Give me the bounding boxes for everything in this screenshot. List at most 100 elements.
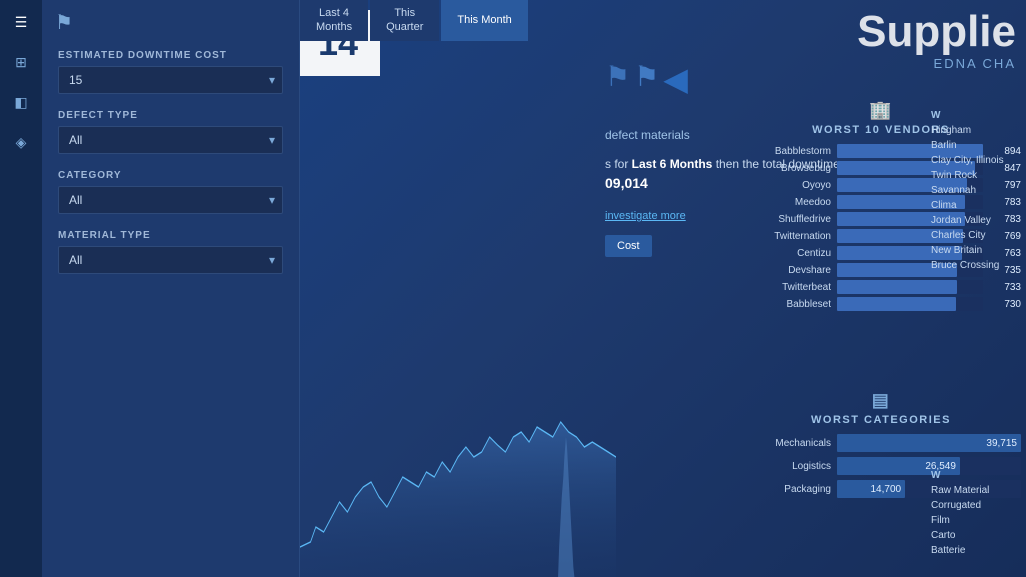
category-value: 39,715 (986, 438, 1017, 449)
filter-select-input-estimated-downtime[interactable]: 15 All 10 20 (69, 73, 272, 87)
nav-icon-menu[interactable]: ☰ (7, 8, 35, 36)
vendor-name: Twitternation (741, 231, 831, 242)
vendor-name: Oyoyo (741, 180, 831, 191)
filter-select-input-defect-type[interactable]: All Type A Type B (69, 133, 272, 147)
filter-sidebar: ⚑ ESTIMATED DOWNTIME COST 15 All 10 20 D… (42, 0, 300, 577)
vendors-icon: 🏢 (869, 100, 893, 121)
vendor-bar-bg (837, 280, 983, 294)
right-edge-category-item: Batterie (931, 545, 1026, 556)
filter-select-wrapper-category: All Mechanicals Logistics (58, 186, 283, 214)
period-prefix: s for (605, 157, 632, 171)
category-name: Logistics (741, 461, 831, 472)
filter-select-material-type[interactable]: All Raw Materials Film (58, 246, 283, 274)
filter-select-wrapper-estimated-downtime: 15 All 10 20 (58, 66, 283, 94)
worst-vendors-label: WORST 10 VENDORS (812, 124, 950, 136)
nav-icon-grid[interactable]: ⊞ (7, 48, 35, 76)
category-bar-bg: 39,715 (837, 434, 1021, 452)
right-edge-vendors: W Hingham Barlin Clay City, Illinois Twin R… (931, 110, 1026, 275)
flag-icons: ⚑ ⚑ ◀ (605, 60, 688, 98)
right-edge-category-list: Raw Material Corrugated Film Carto Batterie (931, 485, 1026, 556)
filter-select-input-material-type[interactable]: All Raw Materials Film (69, 253, 272, 267)
worst-categories-label: WORST CATEGORIES (811, 414, 951, 426)
filter-select-input-category[interactable]: All Mechanicals Logistics (69, 193, 272, 207)
tab-this-quarter[interactable]: ThisQuarter (370, 0, 439, 41)
vendor-value: 730 (989, 299, 1021, 310)
vendor-name: Browsebug (741, 163, 831, 174)
investigate-link[interactable]: investigate more (605, 210, 686, 222)
right-edge-vendor-item: Twin Rock (931, 170, 1026, 181)
right-edge-vendor-item: New Britain (931, 245, 1026, 256)
chart-area (300, 357, 616, 577)
right-edge-vendor-item: Savannah (931, 185, 1026, 196)
right-edge-category-item: Carto (931, 530, 1026, 541)
period-label: Last 6 Months (632, 157, 713, 171)
category-bar: 14,700 (837, 480, 905, 498)
category-bar: 39,715 (837, 434, 1021, 452)
right-edge-vendor-item: Charles City (931, 230, 1026, 241)
vendor-name: Babbleset (741, 299, 831, 310)
filter-header-icon: ⚑ (55, 10, 73, 35)
filter-group-estimated-downtime: ESTIMATED DOWNTIME COST 15 All 10 20 (58, 50, 283, 94)
filter-select-category[interactable]: All Mechanicals Logistics (58, 186, 283, 214)
vendor-name: Centizu (741, 248, 831, 259)
vendor-row: Babbleset 730 (741, 297, 1021, 311)
filter-select-wrapper-defect-type: All Type A Type B (58, 126, 283, 154)
category-row: Mechanicals 39,715 (741, 434, 1021, 452)
right-edge-categories: W Raw Material Corrugated Film Carto Batteri… (931, 470, 1026, 560)
supplier-header: Supplie EDNA CHA (857, 10, 1026, 71)
left-nav: ☰ ⊞ ◧ ◈ (0, 0, 42, 577)
right-edge-categories-title: W (931, 470, 1026, 481)
vendor-value: 733 (989, 282, 1021, 293)
filter-group-defect-type: DEFECT TYPE All Type A Type B (58, 110, 283, 154)
right-edge-vendor-item: Clay City, Illinois (931, 155, 1026, 166)
categories-icon: ▤ (872, 390, 891, 411)
right-edge-vendor-item: Clima (931, 200, 1026, 211)
cost-value: 09,014 (605, 175, 648, 191)
filter-group-material-type: MATERIAL TYPE All Raw Materials Film (58, 230, 283, 274)
right-edge-category-item: Raw Material (931, 485, 1026, 496)
vendor-bar-bg (837, 297, 983, 311)
right-edge-category-item: Corrugated (931, 500, 1026, 511)
right-edge-vendor-item: Barlin (931, 140, 1026, 151)
vendor-name: Devshare (741, 265, 831, 276)
flag-icon-1: ⚑ (605, 60, 630, 98)
nav-icon-panel[interactable]: ◧ (7, 88, 35, 116)
category-name: Packaging (741, 484, 831, 495)
filter-select-wrapper-material-type: All Raw Materials Film (58, 246, 283, 274)
vendor-name: Shuffledrive (741, 214, 831, 225)
flag-icon-2: ⚑ (634, 60, 659, 98)
filter-select-defect-type[interactable]: All Type A Type B (58, 126, 283, 154)
main-content: Last 4Months ThisQuarter This Month 14 ⚑… (300, 0, 1026, 577)
right-edge-vendors-title: W (931, 110, 1026, 121)
supplier-title: Supplie (857, 10, 1016, 54)
vendor-name: Twitterbeat (741, 282, 831, 293)
defect-text: defect materials (605, 128, 690, 142)
vendor-name: Babblestorm (741, 146, 831, 157)
filter-label-estimated-downtime: ESTIMATED DOWNTIME COST (58, 50, 283, 61)
vendor-row: Twitterbeat 733 (741, 280, 1021, 294)
filter-group-category: CATEGORY All Mechanicals Logistics (58, 170, 283, 214)
tab-last-4-months[interactable]: Last 4Months (300, 0, 368, 41)
filter-label-material-type: MATERIAL TYPE (58, 230, 283, 241)
supplier-subtitle: EDNA CHA (857, 56, 1016, 71)
filter-select-estimated-downtime[interactable]: 15 All 10 20 (58, 66, 283, 94)
vendor-bar (837, 280, 957, 294)
worst-categories-title: ▤ WORST CATEGORIES (741, 390, 1021, 426)
sparkline-chart (300, 357, 616, 577)
right-edge-vendor-item: Jordan Valley (931, 215, 1026, 226)
cost-button[interactable]: Cost (605, 235, 652, 257)
nav-icon-settings[interactable]: ◈ (7, 128, 35, 156)
right-edge-category-item: Film (931, 515, 1026, 526)
right-edge-vendor-list: Hingham Barlin Clay City, Illinois Twin Roc… (931, 125, 1026, 271)
category-name: Mechanicals (741, 438, 831, 449)
right-edge-vendor-item: Hingham (931, 125, 1026, 136)
vendor-name: Meedoo (741, 197, 831, 208)
category-value: 14,700 (870, 484, 901, 495)
tab-this-month[interactable]: This Month (441, 0, 527, 41)
right-edge-vendor-item: Bruce Crossing (931, 260, 1026, 271)
filter-label-category: CATEGORY (58, 170, 283, 181)
vendor-bar (837, 297, 956, 311)
filter-label-defect-type: DEFECT TYPE (58, 110, 283, 121)
flag-icon-3: ◀ (663, 60, 688, 98)
time-tabs: Last 4Months ThisQuarter This Month (300, 0, 528, 41)
